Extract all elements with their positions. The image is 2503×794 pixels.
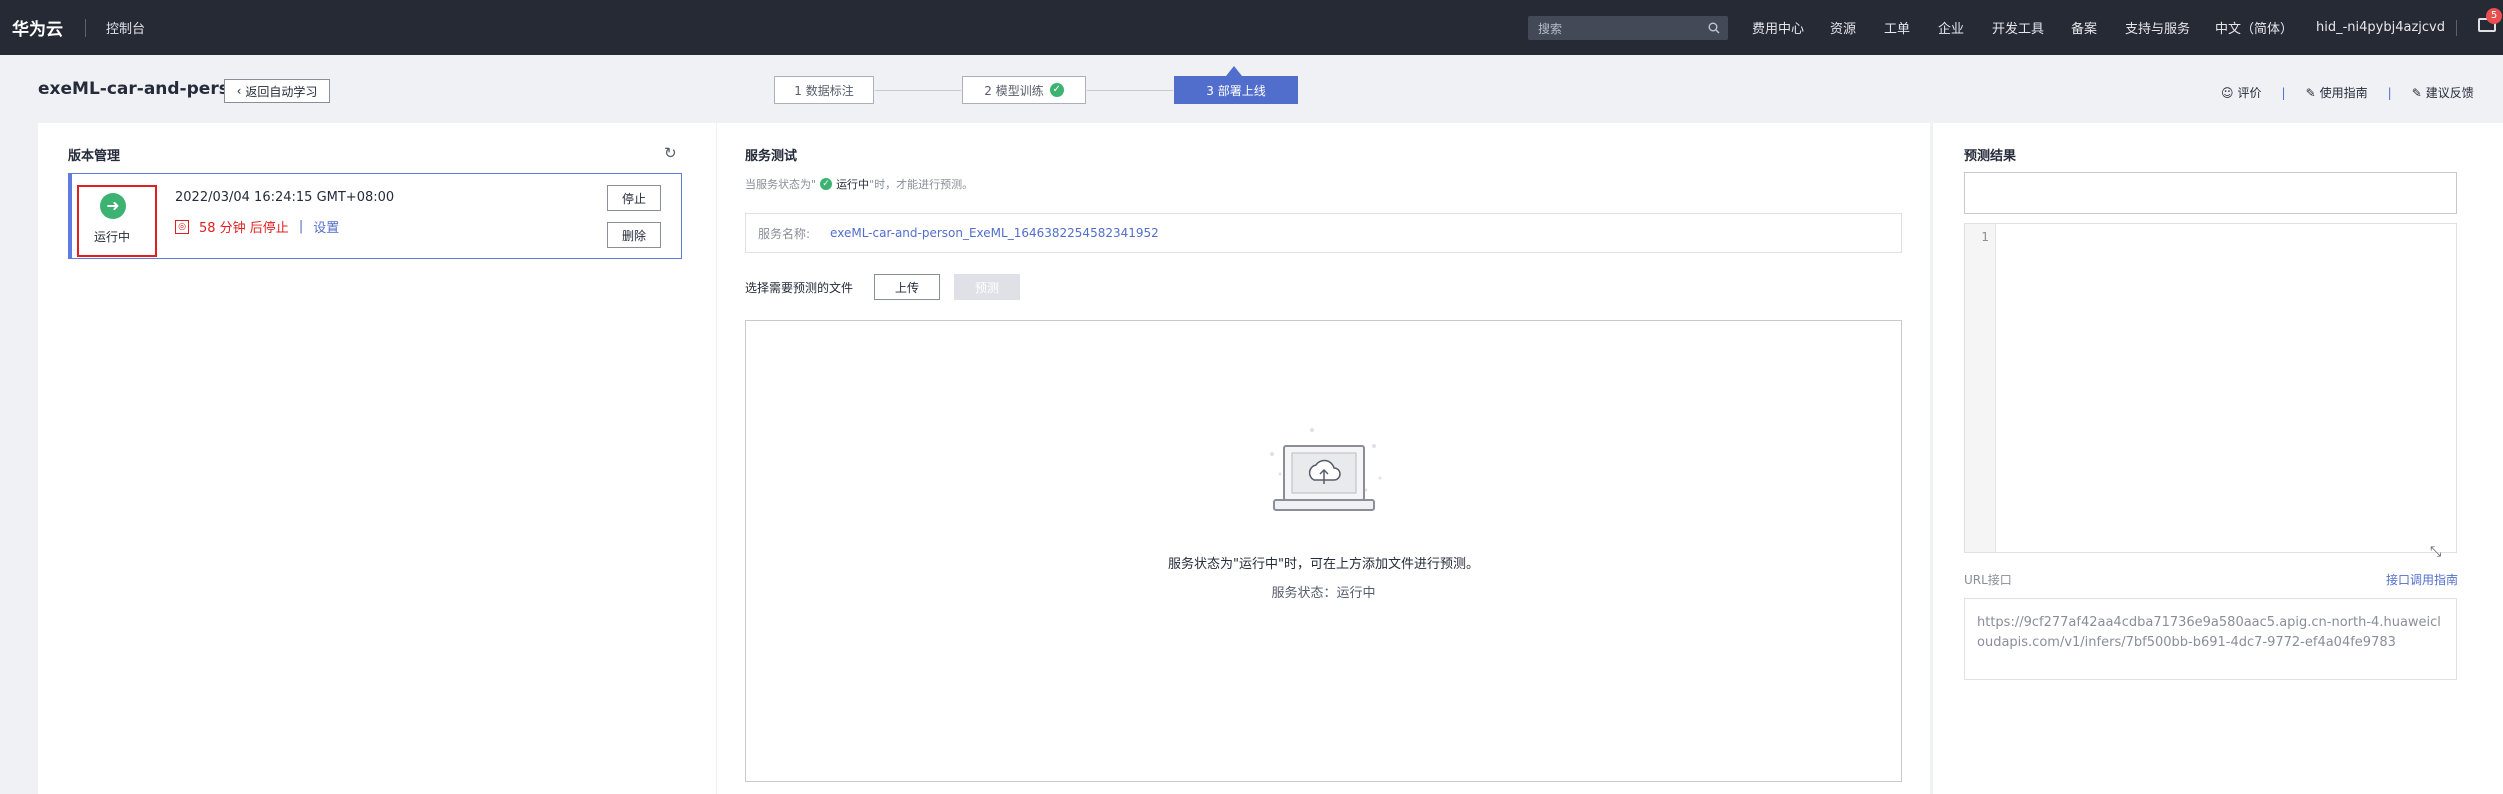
chevron-left-icon: ‹ — [236, 84, 242, 98]
version-panel-title: 版本管理 — [68, 149, 121, 164]
timer-icon: ◎ — [175, 219, 189, 234]
nav-divider — [2456, 20, 2457, 36]
service-name-field: 服务名称: exeML-car-and-person_ExeML_1646382… — [745, 213, 1902, 253]
smile-icon: ☺ — [2221, 85, 2234, 100]
nav-billing[interactable]: 费用中心 — [1752, 0, 1804, 55]
step-model-training-label: 2 模型训练 — [984, 83, 1044, 98]
service-name-value[interactable]: exeML-car-and-person_ExeML_1646382254582… — [830, 226, 1159, 240]
nav-enterprise-label[interactable]: 企业 — [1938, 18, 1964, 37]
stop-button-label: 停止 — [621, 191, 646, 206]
console-link[interactable]: 控制台 — [106, 18, 145, 37]
resize-handle-icon[interactable]: ⤡ — [2430, 544, 2441, 560]
check-icon: ✓ — [820, 178, 833, 190]
upload-button[interactable]: 上传 — [874, 274, 940, 300]
remaining-time-row: ◎ 58 分钟 后停止 | 设置 — [175, 217, 339, 236]
step-data-labeling[interactable]: 1 数据标注 — [774, 76, 874, 104]
refresh-icon[interactable]: ↻ — [664, 144, 677, 162]
file-upload-area[interactable] — [745, 320, 1902, 782]
step-connector — [875, 90, 961, 91]
nav-dev-tools[interactable]: 开发工具 — [1992, 0, 2044, 55]
nav-account-label[interactable]: hid_-ni4pybj4azjcvd — [2316, 20, 2445, 35]
nav-language[interactable]: 中文（简体） — [2215, 0, 2293, 55]
step-deploy[interactable]: 3 部署上线 — [1174, 76, 1298, 104]
link-divider: | — [2387, 85, 2392, 100]
hint-suffix: "时，才能进行预测。 — [869, 178, 974, 191]
page-title: exeML-car-and-person — [38, 79, 253, 99]
laptop-upload-icon — [1262, 426, 1386, 522]
nav-account[interactable]: hid_-ni4pybj4azjcvd — [2316, 0, 2445, 55]
result-editor[interactable]: 1 — [1964, 223, 2457, 553]
hint-prefix: 当服务状态为" — [745, 178, 817, 191]
rate-link[interactable]: 评价 — [2238, 84, 2262, 101]
nav-tickets[interactable]: 工单 — [1884, 0, 1910, 55]
header-links: ☺ 评价 | ✎ 使用指南 | ✎ 建议反馈 — [2221, 84, 2474, 101]
step-connector — [1087, 90, 1173, 91]
service-name-label: 服务名称: — [758, 226, 811, 241]
nav-resources[interactable]: 资源 — [1830, 0, 1856, 55]
delete-button[interactable]: 删除 — [607, 222, 661, 248]
url-field[interactable]: https://9cf277af42aa4cdba71736e9a580aac5… — [1964, 598, 2457, 680]
mail-badge: 5 — [2486, 8, 2502, 24]
nav-enterprise[interactable]: 企业 — [1938, 0, 1964, 55]
step-data-labeling-label: 1 数据标注 — [794, 83, 854, 98]
brand-logo[interactable]: 华为云 — [12, 15, 63, 40]
result-input[interactable] — [1964, 172, 2457, 214]
editor-line-number: 1 — [1981, 230, 1989, 244]
feedback-icon: ✎ — [2411, 85, 2422, 100]
edit-icon: ✎ — [2305, 85, 2316, 100]
nav-tickets-label[interactable]: 工单 — [1884, 18, 1910, 37]
file-select-label: 选择需要预测的文件 — [745, 281, 854, 295]
nav-dev-tools-label[interactable]: 开发工具 — [1992, 18, 2044, 37]
arrow-right-icon: ➜ — [100, 193, 126, 219]
nav-billing-label[interactable]: 费用中心 — [1752, 18, 1804, 37]
nav-support[interactable]: 支持与服务 — [2125, 0, 2190, 55]
stop-button[interactable]: 停止 — [607, 185, 661, 211]
url-label: URL接口 — [1964, 573, 2012, 587]
api-guide-link[interactable]: 接口调用指南 — [2386, 571, 2458, 588]
hint-status: 运行中 — [836, 178, 870, 191]
feedback-link[interactable]: 建议反馈 — [2426, 84, 2474, 101]
link-divider: | — [2281, 85, 2286, 100]
delete-button-label: 删除 — [621, 228, 646, 243]
nav-filing-label[interactable]: 备案 — [2071, 18, 2097, 37]
step-model-training[interactable]: 2 模型训练 ✓ — [962, 76, 1086, 104]
active-step-pointer — [1226, 66, 1242, 76]
nav-support-label[interactable]: 支持与服务 — [2125, 18, 2190, 37]
service-hint: 当服务状态为" ✓ 运行中 "时，才能进行预测。 — [745, 176, 973, 192]
brand-divider — [85, 18, 86, 37]
back-button-label: 返回自动学习 — [245, 84, 318, 99]
status-label: 运行中 — [94, 230, 131, 244]
nav-filing[interactable]: 备案 — [2071, 0, 2097, 55]
predict-button-label: 预测 — [974, 280, 999, 295]
upload-button-label: 上传 — [894, 280, 919, 295]
remaining-time: 58 分钟 后停止 — [199, 221, 289, 236]
search-input[interactable]: 搜索 — [1528, 16, 1728, 40]
nav-language-label[interactable]: 中文（简体） — [2215, 18, 2293, 37]
remaining-separator: | — [298, 219, 304, 234]
guide-link[interactable]: 使用指南 — [2320, 84, 2368, 101]
check-icon: ✓ — [1049, 83, 1064, 97]
service-status-text: 服务状态：运行中 — [1271, 586, 1376, 601]
result-panel-title: 预测结果 — [1964, 149, 2017, 164]
back-to-automl-button[interactable]: ‹ 返回自动学习 — [224, 79, 330, 103]
version-card[interactable] — [68, 173, 682, 259]
upload-message: 服务状态为"运行中"时，可在上方添加文件进行预测。 — [1168, 557, 1479, 572]
search-placeholder: 搜索 — [1538, 21, 1563, 36]
service-test-title: 服务测试 — [745, 149, 798, 164]
nav-resources-label[interactable]: 资源 — [1830, 18, 1856, 37]
settings-link[interactable]: 设置 — [313, 217, 339, 236]
editor-gutter: 1 — [1965, 224, 1996, 552]
search-icon[interactable] — [1708, 22, 1720, 34]
version-timestamp: 2022/03/04 16:24:15 GMT+08:00 — [175, 190, 395, 205]
predict-button[interactable]: 预测 — [954, 274, 1020, 300]
step-deploy-label: 3 部署上线 — [1206, 83, 1266, 98]
